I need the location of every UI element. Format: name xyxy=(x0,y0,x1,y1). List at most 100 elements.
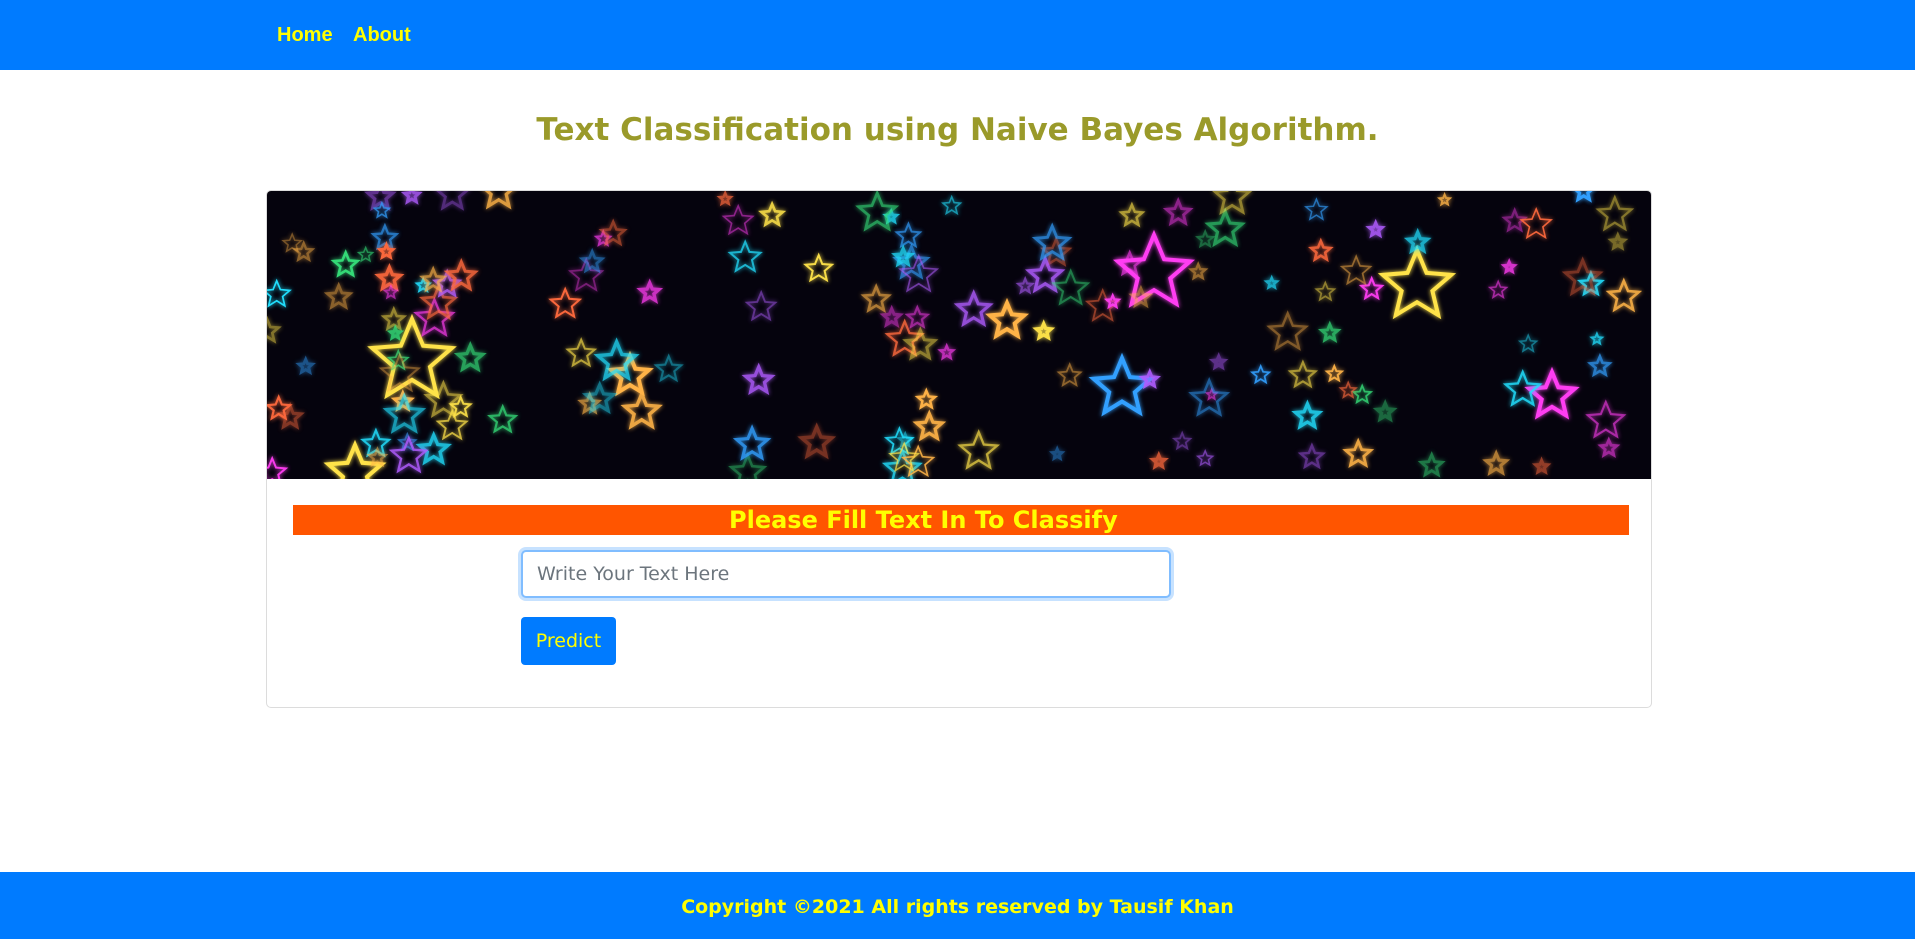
neon-star-shape xyxy=(1263,274,1280,291)
neon-star-shape xyxy=(382,392,427,434)
neon-star-shape xyxy=(797,422,837,460)
neon-star-shape xyxy=(295,355,316,376)
neon-star-shape xyxy=(1524,366,1580,420)
neon-star-shape xyxy=(436,191,469,211)
neon-star-shape xyxy=(1204,387,1219,401)
neon-star-shape xyxy=(267,278,292,308)
neon-star-shape xyxy=(1317,320,1342,344)
neon-star-shape xyxy=(912,409,947,442)
neon-star-shape xyxy=(860,283,892,313)
neon-star-shape xyxy=(1589,331,1605,346)
neon-star-shape xyxy=(744,289,778,322)
neon-star-shape xyxy=(741,362,776,396)
neon-star-shape xyxy=(1372,399,1398,423)
neon-star-shape xyxy=(598,218,628,247)
predict-button[interactable]: Predict xyxy=(521,617,616,665)
classifier-card: Please Fill Text In To Classify Predict xyxy=(266,190,1652,708)
neon-star-shape xyxy=(1304,197,1329,221)
neon-star-shape xyxy=(1208,352,1229,371)
neon-star-shape xyxy=(1148,450,1169,471)
neon-star-shape xyxy=(388,435,429,474)
page-title: Text Classification using Naive Bayes Al… xyxy=(536,112,1379,148)
neon-star-shape xyxy=(1377,244,1457,320)
neon-star-shape xyxy=(1324,363,1345,383)
neon-star-shape xyxy=(1605,277,1643,313)
neon-star-shape xyxy=(953,289,994,328)
neon-star-shape xyxy=(386,324,405,342)
neon-star-shape xyxy=(323,281,354,310)
neon-star-shape xyxy=(653,353,684,383)
neon-star-shape xyxy=(937,342,957,361)
neon-star-shape xyxy=(1314,280,1337,302)
neon-star-shape xyxy=(1195,228,1216,249)
footer: Copyright ©2021 All rights reserved by T… xyxy=(0,872,1915,939)
neon-star-shape xyxy=(732,424,772,461)
neon-star-shape xyxy=(593,337,640,382)
neon-star-shape xyxy=(1487,279,1509,300)
neon-star-shape xyxy=(721,203,755,236)
neon-star-shape xyxy=(453,341,487,373)
neon-star-shape xyxy=(380,305,408,332)
neon-star-shape xyxy=(1291,399,1324,430)
neon-star-shape xyxy=(803,252,835,283)
neon-star-shape xyxy=(1195,448,1215,467)
neon-star-shape xyxy=(1585,399,1627,439)
neon-star-shape xyxy=(1204,207,1246,248)
neon-star-shape xyxy=(904,304,931,329)
neon-star-shape xyxy=(356,245,375,263)
neon-star-shape xyxy=(879,304,904,328)
neon-star-shape xyxy=(1595,194,1635,232)
neon-star-shape xyxy=(1607,231,1629,251)
neon-stars-banner-image xyxy=(267,191,1651,479)
neon-star-shape xyxy=(548,286,583,319)
neon-star-shape xyxy=(758,200,787,228)
neon-star-shape xyxy=(1287,359,1319,389)
classify-heading: Please Fill Text In To Classify xyxy=(729,506,1118,534)
neon-star-shape xyxy=(1339,254,1373,286)
neon-star-shape xyxy=(1188,261,1209,281)
neon-star-shape xyxy=(1437,191,1453,207)
neon-star-shape xyxy=(1266,310,1309,351)
neon-star-shape xyxy=(1365,218,1386,239)
text-input[interactable] xyxy=(521,550,1171,598)
neon-star-shape xyxy=(565,337,598,368)
neon-star-shape xyxy=(1308,237,1334,263)
neon-star-shape xyxy=(1500,257,1518,275)
neon-star-shape xyxy=(620,389,663,430)
neon-star-shape xyxy=(1342,437,1375,469)
neon-star-shape xyxy=(267,315,282,344)
nav-link-about[interactable]: About xyxy=(353,24,411,47)
neon-star-shape xyxy=(1519,207,1553,240)
neon-star-shape xyxy=(1531,456,1552,476)
neon-star-shape xyxy=(1517,333,1539,353)
nav-link-home[interactable]: Home xyxy=(277,24,333,47)
neon-star-shape xyxy=(1249,363,1272,385)
neon-star-shape xyxy=(1297,442,1326,470)
neon-star-shape xyxy=(1050,268,1091,306)
neon-star-shape xyxy=(1032,319,1056,342)
neon-star-shape xyxy=(894,221,923,249)
neon-star-shape xyxy=(370,222,400,251)
neon-star-shape xyxy=(487,403,519,434)
classify-heading-bar: Please Fill Text In To Classify xyxy=(293,505,1629,535)
neon-star-shape xyxy=(484,191,513,210)
neon-star-shape xyxy=(292,239,316,263)
neon-star-shape xyxy=(1338,380,1358,399)
neon-star-shape xyxy=(1088,352,1156,417)
top-navbar: Home About xyxy=(0,0,1915,70)
neon-star-shape xyxy=(1482,449,1511,476)
neon-star-shape xyxy=(914,387,939,410)
neon-star-shape xyxy=(716,191,734,207)
neon-star-shape xyxy=(636,278,664,304)
neon-star-shape xyxy=(330,249,361,278)
neon-star-shape xyxy=(728,451,768,479)
neon-star-shape xyxy=(1574,191,1593,203)
neon-star-shape xyxy=(578,247,606,274)
neon-star-shape xyxy=(1115,249,1144,277)
neon-star-shape xyxy=(267,455,289,479)
neon-star-shape xyxy=(1561,256,1604,297)
neon-star-shape xyxy=(1502,369,1543,407)
neon-star-shape xyxy=(581,380,618,415)
neon-star-shape xyxy=(1417,451,1446,478)
neon-star-shape xyxy=(1048,445,1066,462)
